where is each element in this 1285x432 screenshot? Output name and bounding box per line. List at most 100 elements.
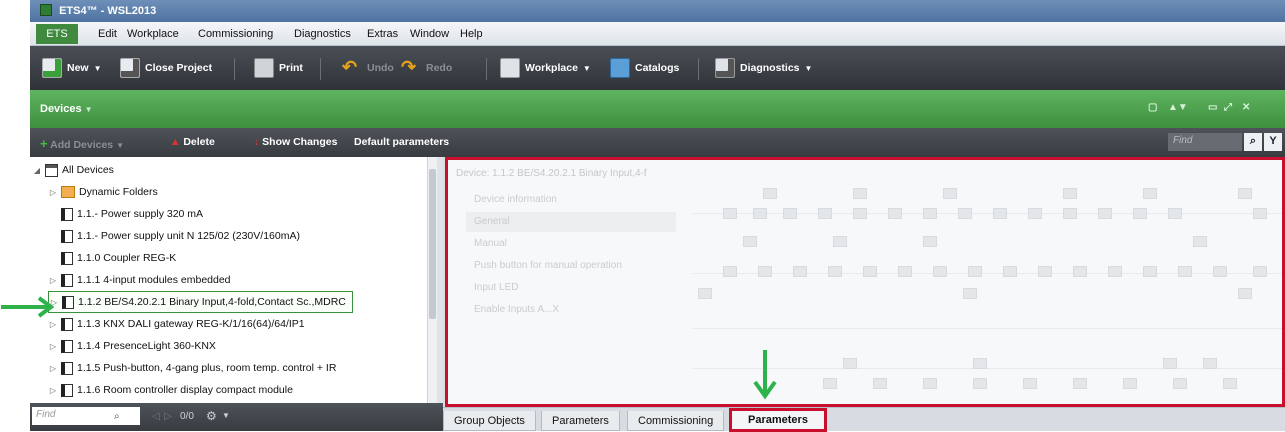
param-menu-input-led[interactable]: Input LED bbox=[466, 278, 676, 298]
tree-item-label: 1.1.6 Room controller display compact mo… bbox=[77, 384, 293, 396]
tree-item-label: 1.1.- Power supply unit N 125/02 (230V/1… bbox=[77, 230, 300, 242]
settings-icon[interactable]: ⚙ bbox=[206, 409, 217, 423]
expand-icon[interactable]: ▷ bbox=[48, 276, 58, 285]
panel-maximize-icon[interactable]: ⤢ bbox=[1224, 102, 1232, 113]
collapse-icon[interactable]: ◢ bbox=[32, 166, 42, 175]
tree-item[interactable]: ▷ 1.1.1 4-input modules embedded bbox=[48, 269, 231, 291]
tree-item-label: 1.1.0 Coupler REG-K bbox=[77, 252, 177, 264]
tree-item[interactable]: 1.1.- Power supply unit N 125/02 (230V/1… bbox=[61, 225, 300, 247]
menu-bar: ETS Edit Workplace Commissioning Diagnos… bbox=[30, 22, 1285, 46]
param-menu-push-button[interactable]: Push button for manual operation bbox=[466, 256, 676, 276]
devices-panel-header: Devices ▼ ▢ ▲▼ ▭ ⤢ ✕ bbox=[30, 90, 1285, 128]
diagnostics-button[interactable]: Diagnostics ▼ bbox=[715, 56, 812, 80]
print-icon bbox=[254, 58, 274, 78]
param-menu-general[interactable]: General bbox=[466, 212, 676, 232]
ets-logo-icon bbox=[40, 4, 52, 16]
tree-root[interactable]: ◢ All Devices bbox=[32, 159, 114, 181]
param-menu-device-information[interactable]: Device information bbox=[466, 190, 676, 210]
tree-scrollbar[interactable] bbox=[427, 157, 437, 403]
tree-item-label: 1.1.5 Push-button, 4-gang plus, room tem… bbox=[77, 362, 337, 374]
menu-edit[interactable]: Edit bbox=[98, 28, 117, 40]
filter-icon[interactable]: Y bbox=[1264, 133, 1282, 151]
expand-icon[interactable]: ▷ bbox=[48, 320, 58, 329]
default-parameters-button[interactable]: Default parameters bbox=[354, 136, 449, 148]
expand-icon[interactable]: ▷ bbox=[48, 342, 58, 351]
undo-button[interactable]: ↶ Undo bbox=[342, 56, 394, 80]
chevron-down-icon[interactable]: ▼ bbox=[222, 411, 230, 420]
previous-icon[interactable]: ◁ bbox=[152, 411, 160, 422]
tab-parameters-highlighted[interactable]: Parameters bbox=[729, 408, 827, 432]
panel-splitter[interactable] bbox=[437, 157, 443, 403]
menu-window[interactable]: Window bbox=[410, 28, 449, 40]
menu-commissioning[interactable]: Commissioning bbox=[198, 28, 273, 40]
menu-diagnostics[interactable]: Diagnostics bbox=[294, 28, 351, 40]
tab-parameters[interactable]: Parameters bbox=[541, 411, 620, 431]
delete-button[interactable]: ▲ Delete bbox=[170, 136, 215, 148]
expand-icon[interactable]: ▷ bbox=[48, 188, 58, 197]
next-icon[interactable]: ▷ bbox=[164, 411, 172, 422]
panel-restore-icon[interactable]: ▢ bbox=[1148, 102, 1157, 113]
chevron-down-icon: ▼ bbox=[582, 63, 591, 73]
param-menu-manual[interactable]: Manual bbox=[466, 234, 676, 254]
toolbar-divider bbox=[486, 58, 487, 80]
menu-extras[interactable]: Extras bbox=[367, 28, 398, 40]
floorplan-background bbox=[693, 168, 1282, 403]
devices-panel-title[interactable]: Devices ▼ bbox=[40, 103, 93, 115]
tree-root-label: All Devices bbox=[62, 164, 114, 176]
delete-icon: ▲ bbox=[170, 136, 181, 148]
toolbar-divider bbox=[234, 58, 235, 80]
panel-scroll-icon[interactable]: ▲▼ bbox=[1168, 102, 1188, 113]
tree-item-label: 1.1.2 BE/S4.20.2.1 Binary Input,4-fold,C… bbox=[78, 296, 346, 308]
ets-menu-button[interactable]: ETS bbox=[36, 24, 78, 44]
show-changes-button[interactable]: ↓ Show Changes bbox=[254, 136, 337, 148]
workplace-label: Workplace bbox=[525, 62, 578, 74]
parameters-panel: Device: 1.1.2 BE/S4.20.2.1 Binary Input,… bbox=[445, 157, 1285, 407]
new-button[interactable]: New ▼ bbox=[42, 56, 102, 80]
tree-item[interactable]: 1.1.- Power supply 320 mA bbox=[61, 203, 203, 225]
device-icon bbox=[61, 317, 73, 331]
devices-search-input[interactable]: Find bbox=[1168, 133, 1242, 151]
redo-label: Redo bbox=[426, 62, 453, 74]
search-icon[interactable]: ⌕ bbox=[1244, 133, 1262, 151]
diagnostics-label: Diagnostics bbox=[740, 62, 800, 74]
undo-icon: ↶ bbox=[342, 57, 358, 77]
print-label: Print bbox=[279, 62, 303, 74]
print-button[interactable]: Print bbox=[254, 56, 303, 80]
close-project-icon bbox=[120, 58, 140, 78]
catalogs-button[interactable]: Catalogs bbox=[610, 56, 679, 80]
catalogs-icon bbox=[610, 58, 630, 78]
close-project-button[interactable]: Close Project bbox=[120, 56, 212, 80]
tree-item[interactable]: ▷ 1.1.4 PresenceLight 360-KNX bbox=[48, 335, 216, 357]
tree-find-input[interactable]: Find bbox=[32, 407, 140, 425]
expand-icon[interactable]: ▷ bbox=[48, 364, 58, 373]
menu-help[interactable]: Help bbox=[460, 28, 483, 40]
title-bar: ETS4™ - WSL2013 bbox=[30, 0, 1285, 22]
tab-commissioning[interactable]: Commissioning bbox=[627, 411, 725, 431]
panel-minimize-icon[interactable]: ▭ bbox=[1208, 102, 1217, 113]
tree-item[interactable]: ▷ 1.1.5 Push-button, 4-gang plus, room t… bbox=[48, 357, 336, 379]
tree-item[interactable]: ▷ 1.1.6 Room controller display compact … bbox=[48, 379, 293, 401]
search-icon[interactable]: ⌕ bbox=[114, 411, 120, 422]
tree-item[interactable]: 1.1.0 Coupler REG-K bbox=[61, 247, 176, 269]
menu-workplace[interactable]: Workplace bbox=[127, 28, 179, 40]
expand-icon[interactable]: ▷ bbox=[48, 386, 58, 395]
workplace-button[interactable]: Workplace ▼ bbox=[500, 56, 591, 80]
add-devices-button[interactable]: + Add Devices ▼ bbox=[40, 136, 124, 151]
scrollbar-thumb[interactable] bbox=[429, 169, 436, 319]
show-changes-label: Show Changes bbox=[262, 136, 338, 148]
device-icon bbox=[62, 295, 74, 309]
param-menu-enable-inputs[interactable]: Enable Inputs A...X bbox=[466, 300, 676, 320]
tree-item-selected[interactable]: ▷ 1.1.2 BE/S4.20.2.1 Binary Input,4-fold… bbox=[48, 291, 353, 313]
panel-close-icon[interactable]: ✕ bbox=[1242, 102, 1250, 113]
bottom-tabs: Group Objects Parameters Commissioning P… bbox=[443, 407, 1285, 432]
tree-item-label: 1.1.3 KNX DALI gateway REG-K/1/16(64)/64… bbox=[77, 318, 305, 330]
tree-item-label: 1.1.- Power supply 320 mA bbox=[77, 208, 204, 220]
chevron-down-icon: ▼ bbox=[93, 63, 102, 73]
catalogs-label: Catalogs bbox=[635, 62, 680, 74]
toolbar-divider bbox=[698, 58, 699, 80]
tree-item[interactable]: ▷ 1.1.3 KNX DALI gateway REG-K/1/16(64)/… bbox=[48, 313, 305, 335]
device-tree: ◢ All Devices ▷ Dynamic Folders 1.1.- Po… bbox=[30, 157, 437, 403]
tab-group-objects[interactable]: Group Objects bbox=[443, 411, 536, 431]
redo-button[interactable]: ↷ Redo bbox=[401, 56, 452, 80]
tree-item-dynamic-folders[interactable]: ▷ Dynamic Folders bbox=[48, 181, 158, 203]
